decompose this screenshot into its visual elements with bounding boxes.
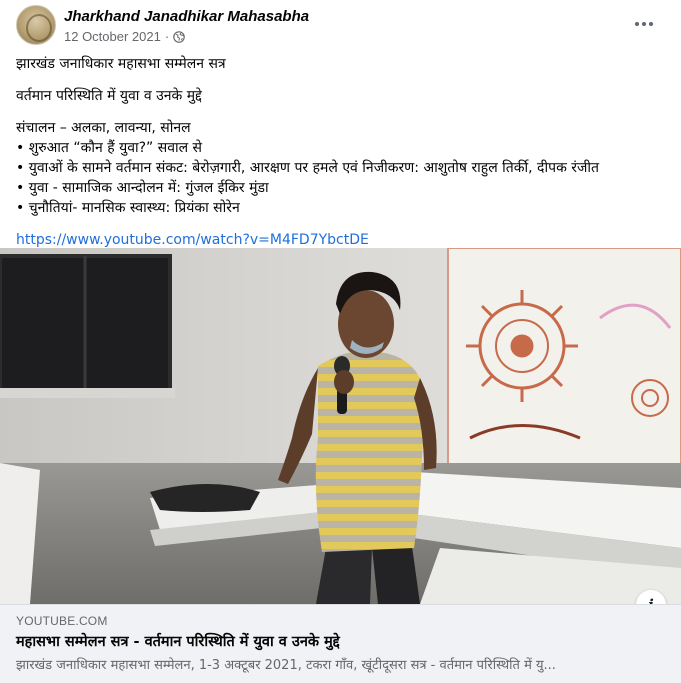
post-line-moderators: संचालन – अलका, लावन्या, सोनल [16, 120, 191, 136]
post-message: झारखंड जनाधिकार महासभा सम्मेलन सत्र वर्त… [16, 54, 671, 250]
link-preview-card[interactable]: YOUTUBE.COM महासभा सम्मेलन सत्र - वर्तमा… [0, 604, 681, 683]
speaker-photo [0, 248, 681, 604]
post-line-bullet-3: • युवा - सामाजिक आन्दोलन में: गुंजल ईकिर… [16, 180, 269, 196]
post-line-bullet-4: • चुनौतियां- मानसिक स्वास्थ्य: प्रियंका … [16, 200, 240, 216]
post-header: Jharkhand Janadhikar Mahasabha 12 Octobe… [0, 0, 681, 50]
page-avatar[interactable] [16, 5, 56, 45]
post-line-subtitle: वर्तमान परिस्थिति में युवा व उनके मुद्दे [16, 88, 202, 104]
youtube-link[interactable]: https://www.youtube.com/watch?v=M4FD7Ybc… [16, 230, 671, 250]
post-line-title: झारखंड जनाधिकार महासभा सम्मेलन सत्र [16, 56, 226, 72]
preview-title[interactable]: महासभा सम्मेलन सत्र - वर्तमान परिस्थिति … [16, 631, 340, 651]
post-meta: 12 October 2021 · [64, 29, 186, 44]
post-line-bullet-1: • शुरुआत “कौन हैं युवा?” सवाल से [16, 140, 203, 156]
post-timestamp[interactable]: 12 October 2021 [64, 29, 161, 44]
meta-separator: · [164, 29, 170, 44]
globe-icon[interactable] [173, 30, 186, 43]
preview-description: झारखंड जनाधिकार महासभा सम्मेलन, 1-3 अक्ट… [16, 658, 556, 673]
more-options-icon[interactable] [630, 14, 658, 34]
video-thumbnail[interactable] [0, 248, 681, 604]
post-line-bullet-2: • युवाओं के सामने वर्तमान संकट: बेरोज़गा… [16, 160, 599, 176]
page-name-link[interactable]: Jharkhand Janadhikar Mahasabha [64, 8, 309, 25]
preview-domain: YOUTUBE.COM [16, 614, 108, 628]
facebook-post: Jharkhand Janadhikar Mahasabha 12 Octobe… [0, 0, 681, 683]
